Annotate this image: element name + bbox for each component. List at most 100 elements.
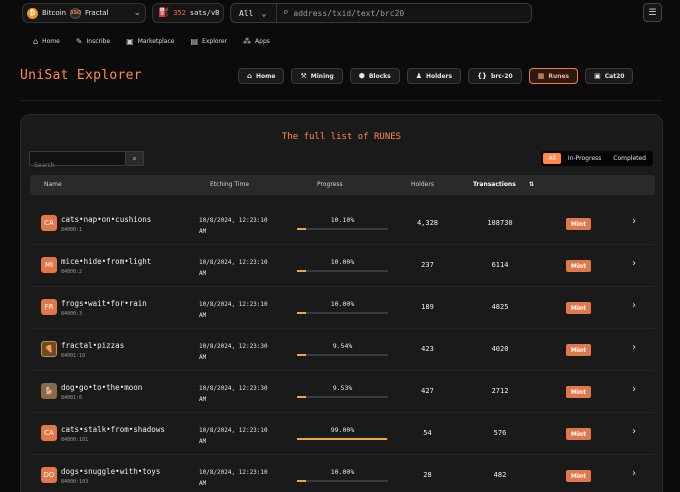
table-row[interactable]: 🍕 fractal•pizzas 84001:10 10/8/2024, 12:23:… [30,329,655,371]
rune-id: 84000:1 [61,227,83,233]
tab-blocks[interactable]: ⬢ Blocks [349,68,400,84]
tab-label: Mining [310,72,334,80]
holders-count: 189 [421,303,434,311]
etching-time-date: 10/8/2024, 12:23:10 [199,469,268,476]
tab-runes[interactable]: ▦ Runes [528,68,579,84]
runes-search-input[interactable] [30,159,125,172]
nav-item-label: Explorer [202,37,228,45]
filter-all[interactable]: All [543,153,561,164]
table-row[interactable]: CA cats•stalk•from•shadows 84000:101 10/8/2… [30,413,655,455]
nav-item-apps[interactable]: ⁂ Apps [240,37,273,46]
column-etching-time[interactable]: Etching Time [210,181,249,188]
mint-button[interactable]: Mint [566,386,591,398]
table-row[interactable]: 🐕 dog•go•to•the•moon 84001:6 10/8/2024, 12:… [30,371,655,413]
etching-time: 10/8/2024, 12:23:30 AM [199,383,291,405]
chevron-right-icon[interactable]: › [631,216,637,227]
rune-id: 84001:6 [61,395,83,401]
chevron-right-icon[interactable]: › [631,426,637,437]
fractal-icon: 3SO [70,7,81,19]
chevron-right-icon[interactable]: › [631,384,637,395]
grid-icon: ⁂ [243,36,252,46]
rune-avatar: 🍕 [41,341,57,357]
tab-label: Blocks [368,72,391,80]
rune-name[interactable]: dogs•snuggle•with•toys [61,467,160,476]
tab-icon: ⌂ [247,72,253,80]
rune-name[interactable]: fractal•pizzas [61,341,124,350]
transactions-count: 4825 [491,303,509,311]
etching-time-meridiem: AM [199,312,207,319]
explorer-header: UniSat Explorer ⌂ Home ⚒ Mining ⬢ Blocks ♟ Hold… [0,58,680,96]
table-row[interactable]: MI mice•hide•from•light 84000:2 10/8/2024, … [30,245,655,287]
column-holders[interactable]: Holders [411,181,434,188]
rune-name[interactable]: mice•hide•from•light [61,257,151,266]
progress-value: 99.00% [330,426,355,434]
table-row[interactable]: FR frogs•wait•for•rain 84000:3 10/8/2024, 1… [30,287,655,329]
nav-item-inscribe[interactable]: ✎ Inscribe [73,37,113,46]
tab-cat20[interactable]: ▣ Cat20 [585,68,634,84]
transactions-count: 576 [493,429,507,437]
etching-time: 10/8/2024, 12:23:10 AM [199,299,291,321]
gas-pump-icon: ⛽ [158,8,170,18]
column-name[interactable]: Name [44,181,62,188]
rune-name[interactable]: cats•nap•on•cushions [61,215,151,224]
holders-count: 54 [423,429,432,437]
search-button[interactable]: ⌕ [125,151,144,166]
mint-button[interactable]: Mint [566,344,591,356]
rune-avatar: 🐕 [41,383,57,399]
tab-label: Runes [548,72,570,80]
sort-icon[interactable]: ⇅ [529,181,534,188]
nav-item-home[interactable]: ⌂ Home [30,37,63,46]
progress-bar [297,354,388,356]
progress-bar-fill [297,480,307,482]
fee-rate-unit: sats/vB [189,9,220,17]
rune-avatar: MI [41,257,57,273]
transactions-count: 4020 [491,345,509,353]
mint-button[interactable]: Mint [566,470,591,482]
tab-label: Cat20 [604,72,625,80]
table-row[interactable]: DO dogs•snuggle•with•toys 84000:103 10/8/20… [30,455,655,492]
filter-completed[interactable]: Completed [608,153,651,164]
mint-button[interactable]: Mint [566,428,591,440]
etching-time-date: 10/8/2024, 12:23:10 [199,427,268,434]
mint-button[interactable]: Mint [566,260,591,272]
progress-bar [297,396,388,398]
fee-rate-value: 352 [173,9,186,17]
table-row[interactable]: CA cats•nap•on•cushions 84000:1 10/8/2024, … [30,203,655,245]
tab-home[interactable]: ⌂ Home [238,68,285,84]
chevron-right-icon[interactable]: › [631,468,637,479]
rune-avatar: CA [41,425,57,441]
column-progress[interactable]: Progress [317,181,343,188]
table-header: Name Etching Time Progress Holders Trans… [30,175,655,195]
tab-brc-20[interactable]: {} brc-20 [468,68,522,84]
column-transactions[interactable]: Transactions [473,181,516,188]
tab-mining[interactable]: ⚒ Mining [291,68,343,84]
progress-value: 9.54% [332,342,353,350]
main-nav: ⌂ Home ✎ Inscribe ▣ Marketplace ▤ Explorer ⁂ Apps [0,30,680,52]
chain-switcher[interactable]: ₿ Bitcoin 3SO Fractal ⌄ [22,3,146,23]
nav-item-marketplace[interactable]: ▣ Marketplace [123,37,177,46]
holders-count: 427 [421,387,434,395]
mint-button[interactable]: Mint [566,218,591,230]
progress-bar-fill [297,270,307,272]
progress-bar-fill [297,396,306,398]
chevron-right-icon[interactable]: › [631,258,637,269]
pen-icon: ✎ [75,36,83,46]
filter-in-progress[interactable]: In-Progress [563,153,606,164]
rune-name[interactable]: dog•go•to•the•moon [61,383,142,392]
rune-name[interactable]: frogs•wait•for•rain [61,299,147,308]
tab-icon: ⬢ [358,72,365,80]
menu-icon[interactable]: ☰ [643,3,662,22]
search-scope-select[interactable]: All ⌄ [231,4,277,22]
nav-item-explorer[interactable]: ▤ Explorer [187,37,230,46]
rune-name[interactable]: cats•stalk•from•shadows [61,425,165,434]
mint-button[interactable]: Mint [566,302,591,314]
etching-time-meridiem: AM [199,438,207,445]
progress-value: 10.10% [330,216,355,224]
chevron-right-icon[interactable]: › [631,342,637,353]
chevron-right-icon[interactable]: › [631,300,637,311]
tab-holders[interactable]: ♟ Holders [406,68,462,84]
shop-icon: ▣ [126,36,134,46]
tab-label: brc-20 [491,72,513,80]
global-search-input[interactable] [293,8,524,18]
fee-rate-display[interactable]: ⛽ 352 sats/vB [152,3,224,23]
